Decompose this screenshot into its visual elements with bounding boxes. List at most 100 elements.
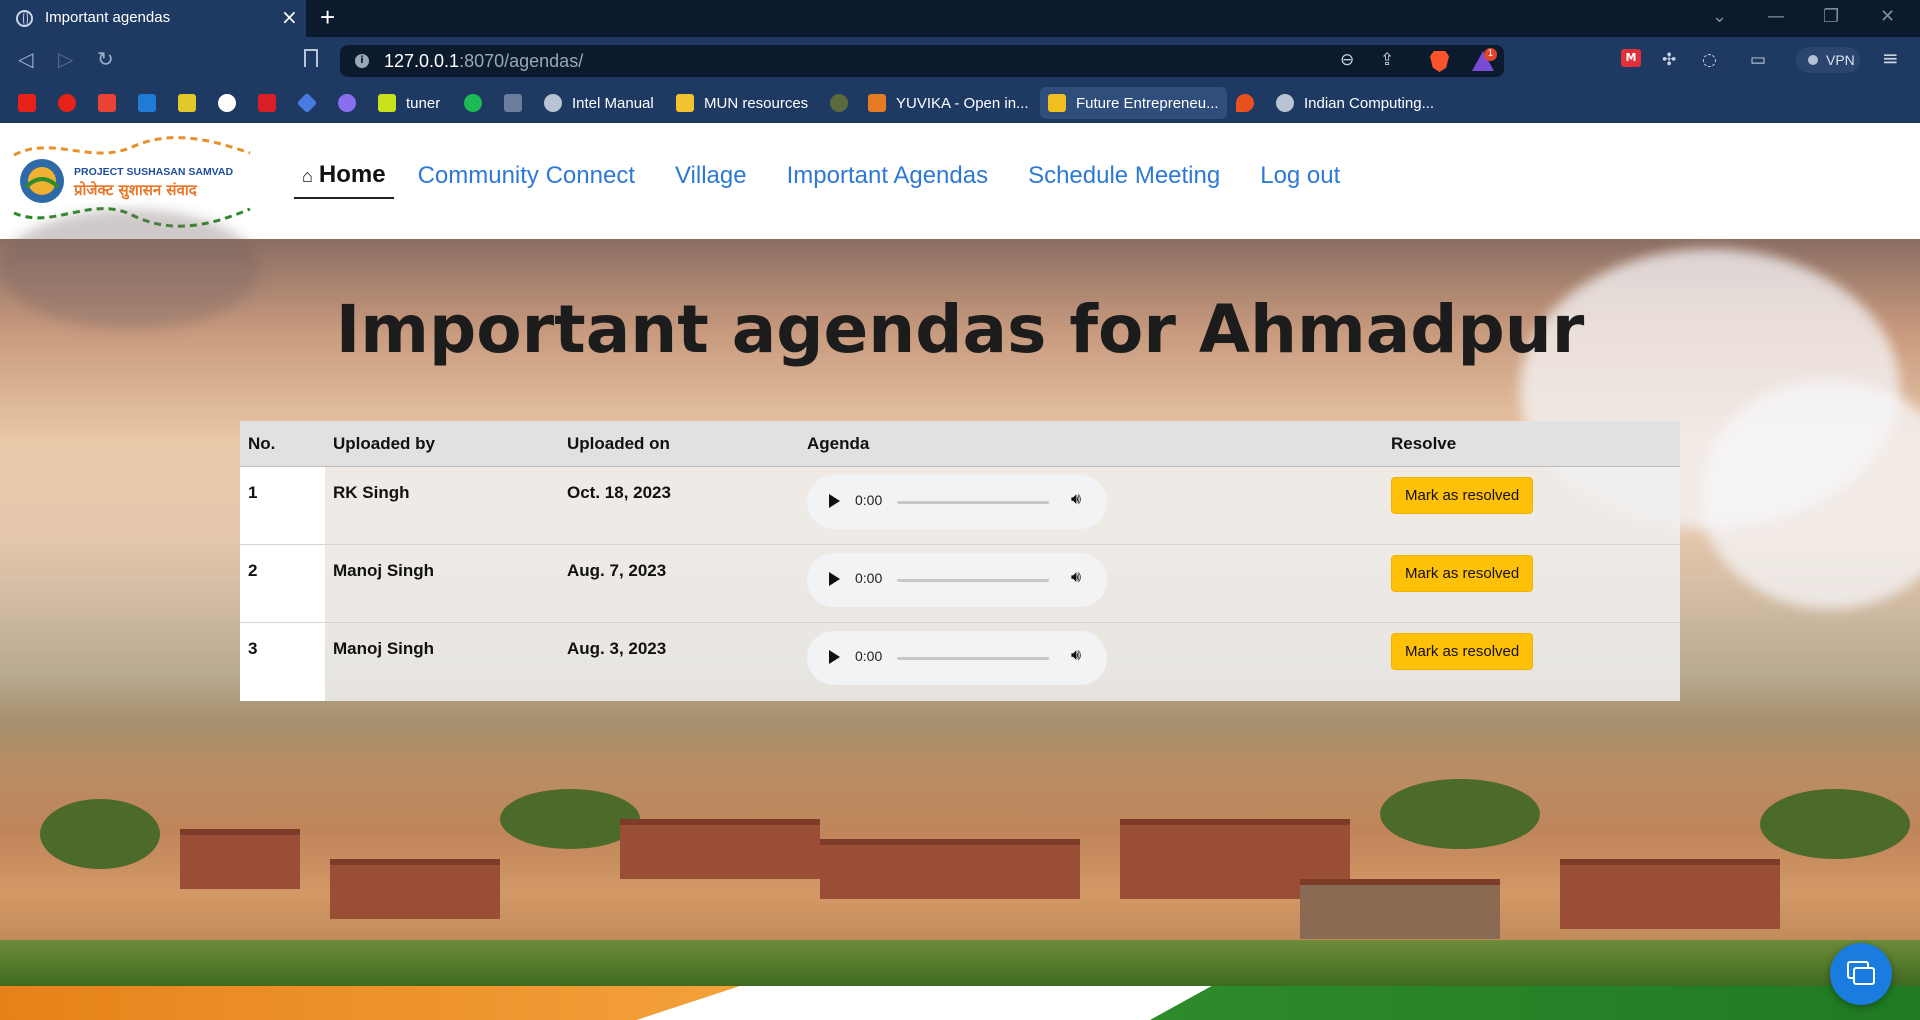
audio-seek-bar[interactable] [897,579,1049,582]
saffron-stripe [0,986,740,1020]
minimize-icon[interactable]: — [1767,6,1785,27]
nav-schedule-meeting[interactable]: Schedule Meeting [1028,162,1220,198]
nav-home[interactable]: ⌂ Home [294,161,394,199]
uploaded-by: Manoj Singh [333,639,435,658]
play-icon[interactable] [829,494,840,508]
browser-tab-active[interactable]: Important agendas × [0,0,306,37]
mendeley-extension-icon[interactable]: M [1621,49,1641,67]
row-number: 3 [240,623,325,701]
nav-community-connect[interactable]: Community Connect [418,162,635,198]
new-tab-button[interactable]: + [320,2,335,33]
uploaded-on: Aug. 3, 2023 [567,639,667,658]
header-agenda: Agenda [807,433,870,453]
zoom-icon[interactable]: ⊖ [1340,50,1354,70]
globe-icon [16,10,33,27]
play-icon[interactable] [829,650,840,664]
bookmark-intel-manual[interactable]: Intel Manual [544,83,654,123]
hut [820,839,1080,899]
vpn-button[interactable]: VPN [1796,47,1860,73]
mark-resolved-button[interactable]: Mark as resolved [1391,555,1534,592]
mark-resolved-button[interactable]: Mark as resolved [1391,633,1534,670]
volume-icon[interactable]: 🔊︎ [1071,491,1081,509]
bookmarks-bar: tuner Intel Manual MUN resources YUVIKA … [0,83,1920,123]
binoculars-icon[interactable] [830,94,848,112]
nav-village[interactable]: Village [675,162,747,198]
restore-icon[interactable]: ❐ [1823,6,1839,27]
folder-icon [676,94,694,112]
leo-ai-icon[interactable]: ◌ [1702,50,1717,70]
menu-icon[interactable]: ≡ [1882,46,1899,70]
resolve-cell: Mark as resolved [1383,545,1680,622]
svg-text:प्रोजेक्ट सुशासन संवाद: प्रोजेक्ट सुशासन संवाद [73,181,198,200]
browser-toolbar: ◁ ▷ ↻ i 127.0.0.1:8070/agendas/ ⊖ ⇪ 1 M … [0,37,1920,83]
web-page: PROJECT SUSHASAN SAMVAD प्रोजेक्ट सुशासन… [0,123,1920,1020]
reload-icon[interactable]: ↻ [97,47,114,71]
mark-resolved-button[interactable]: Mark as resolved [1391,477,1534,514]
close-window-icon[interactable]: ✕ [1880,6,1895,27]
audio-seek-bar[interactable] [897,657,1049,660]
tree [1380,779,1540,849]
wallet-icon[interactable]: ▭ [1750,50,1766,70]
bookmark-yuvika[interactable]: YUVIKA - Open in... [868,83,1029,123]
youtube-music-icon[interactable] [58,94,76,112]
site-info-icon[interactable]: i [355,54,369,68]
tab-title: Important agendas [45,9,171,26]
volume-icon[interactable]: 🔊︎ [1071,647,1081,665]
address-bar[interactable]: i 127.0.0.1:8070/agendas/ ⊖ ⇪ 1 [340,45,1504,77]
diamond-icon[interactable] [296,92,318,114]
brave-shields-icon[interactable] [1430,51,1449,72]
gallery-icon[interactable] [178,94,196,112]
audio-seek-bar[interactable] [897,501,1049,504]
uploaded-by: RK Singh [333,483,410,502]
bookmark-icon[interactable] [304,49,318,67]
bookmark-tuner[interactable]: tuner [378,83,440,123]
nav-log-out[interactable]: Log out [1260,162,1340,198]
row-number: 2 [240,545,325,622]
flame-icon[interactable] [1236,94,1254,112]
tree [1760,789,1910,859]
vpn-status-icon [1808,55,1818,65]
trello-icon[interactable] [138,94,156,112]
chat-button[interactable] [1830,943,1892,1005]
play-icon[interactable] [829,572,840,586]
hut [1300,879,1500,939]
spotify-icon[interactable] [464,94,482,112]
forward-icon[interactable]: ▷ [58,47,73,71]
tab-close-icon[interactable]: × [281,5,298,29]
volume-icon[interactable]: 🔊︎ [1071,569,1081,587]
audio-player[interactable]: 0:00 🔊︎ [807,553,1107,607]
extensions-icon[interactable]: ✣ [1662,50,1676,70]
grass [0,940,1920,986]
bookmark-mun-resources[interactable]: MUN resources [676,83,808,123]
agenda-table: No. Uploaded by Uploaded on Agenda Resol… [240,421,1680,701]
share-icon[interactable]: ⇪ [1380,50,1394,70]
rewards-badge: 1 [1484,48,1497,61]
back-icon[interactable]: ◁ [18,47,33,71]
audio-player[interactable]: 0:00 🔊︎ [807,631,1107,685]
netflix-icon[interactable] [258,94,276,112]
green-stripe [1150,986,1920,1020]
youtube-icon[interactable] [18,94,36,112]
hut [620,819,820,879]
calendar-icon[interactable] [504,94,522,112]
chat-icon-front [1853,967,1875,985]
tricolor-band [0,986,1920,1020]
bookmark-future-entrepreneurs[interactable]: Future Entrepreneu... [1040,87,1227,119]
gmail-icon[interactable] [98,94,116,112]
bookmark-indian-computing[interactable]: Indian Computing... [1276,83,1434,123]
village-scene [0,779,1920,939]
tab-search-icon[interactable]: ⌄ [1712,6,1727,27]
sparkle-icon[interactable] [338,94,356,112]
svg-text:PROJECT SUSHASAN SAMVAD: PROJECT SUSHASAN SAMVAD [74,166,233,178]
site-navbar: PROJECT SUSHASAN SAMVAD प्रोजेक्ट सुशासन… [0,123,1920,239]
arrow-logo-icon [1048,94,1066,112]
url-text[interactable]: 127.0.0.1:8070/agendas/ [384,51,583,72]
header-resolve: Resolve [1391,433,1457,453]
table-row: 3 Manoj Singh Aug. 3, 2023 0:00 🔊︎ Mark … [240,623,1680,701]
tree [500,789,640,849]
uploaded-by: Manoj Singh [333,561,435,580]
nav-important-agendas[interactable]: Important Agendas [787,162,988,198]
audio-player[interactable]: 0:00 🔊︎ [807,475,1107,529]
github-icon[interactable] [218,94,236,112]
main-nav: ⌂ Home Community Connect Village Importan… [294,161,1380,199]
